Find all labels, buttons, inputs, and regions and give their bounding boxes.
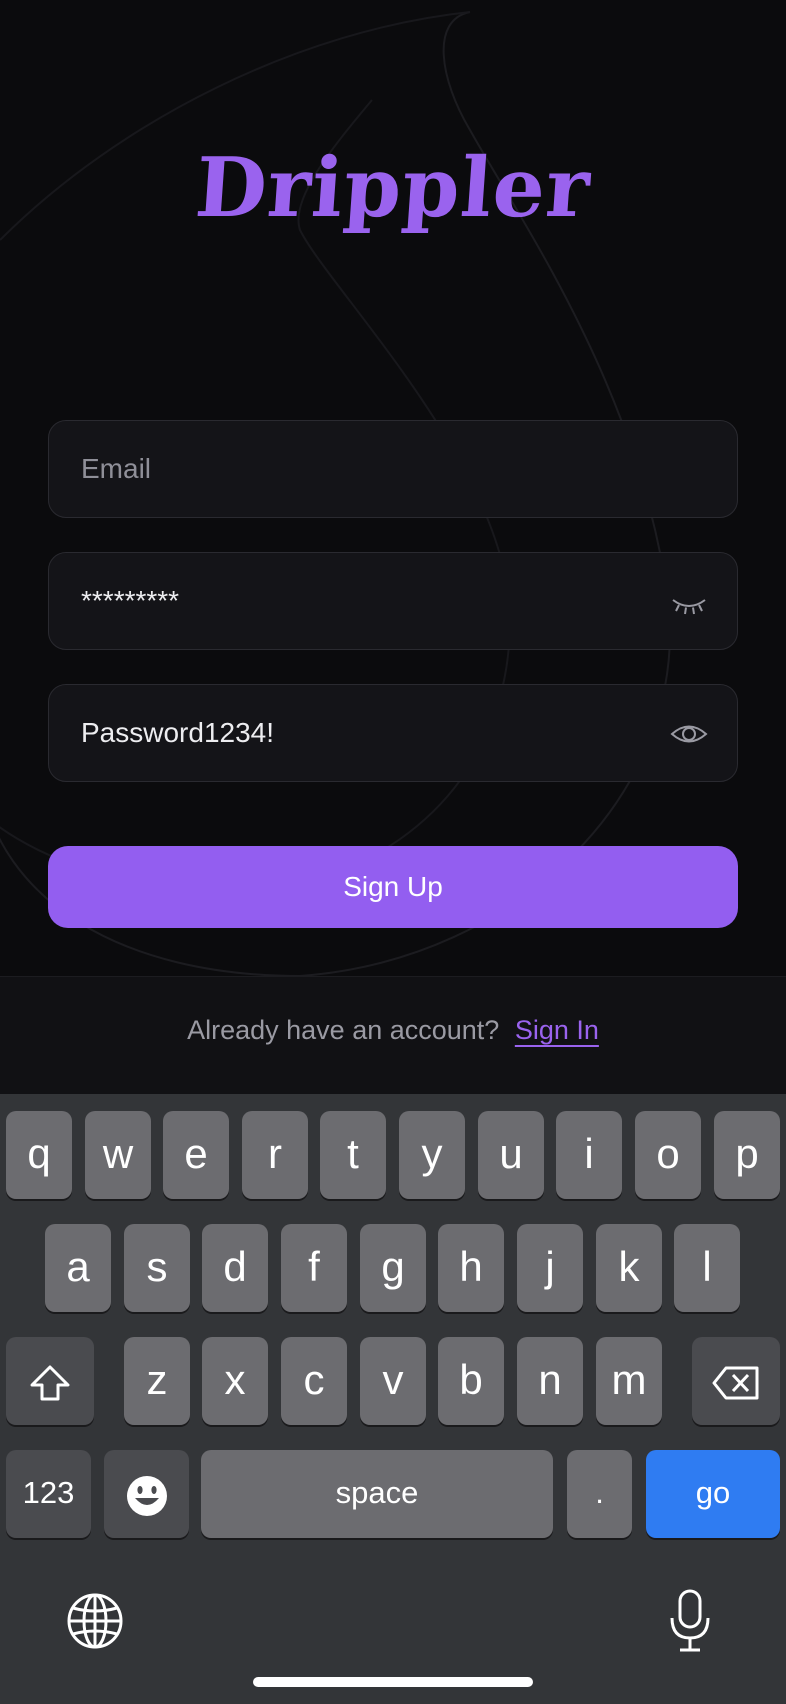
space-key[interactable]: space bbox=[201, 1450, 553, 1538]
key-p[interactable]: p bbox=[714, 1111, 780, 1199]
backspace-icon bbox=[712, 1366, 759, 1400]
key-s[interactable]: s bbox=[124, 1224, 190, 1312]
key-n[interactable]: n bbox=[517, 1337, 583, 1425]
key-q[interactable]: q bbox=[6, 1111, 72, 1199]
key-k[interactable]: k bbox=[596, 1224, 662, 1312]
key-t[interactable]: t bbox=[320, 1111, 386, 1199]
key-g[interactable]: g bbox=[360, 1224, 426, 1312]
emoji-key[interactable] bbox=[104, 1450, 189, 1538]
key-x[interactable]: x bbox=[202, 1337, 268, 1425]
signin-prompt-bar: Already have an account? Sign In bbox=[0, 976, 786, 1095]
key-w[interactable]: w bbox=[85, 1111, 151, 1199]
shift-icon bbox=[30, 1365, 70, 1401]
signin-prompt-text: Already have an account? bbox=[187, 1015, 500, 1045]
key-a[interactable]: a bbox=[45, 1224, 111, 1312]
confirm-password-input[interactable] bbox=[81, 685, 641, 781]
key-r[interactable]: r bbox=[242, 1111, 308, 1199]
key-o[interactable]: o bbox=[635, 1111, 701, 1199]
sign-up-button[interactable]: Sign Up bbox=[48, 846, 738, 928]
key-b[interactable]: b bbox=[438, 1337, 504, 1425]
emoji-icon bbox=[126, 1475, 167, 1516]
key-m[interactable]: m bbox=[596, 1337, 662, 1425]
key-z[interactable]: z bbox=[124, 1337, 190, 1425]
home-indicator[interactable] bbox=[253, 1677, 533, 1687]
key-i[interactable]: i bbox=[556, 1111, 622, 1199]
key-f[interactable]: f bbox=[281, 1224, 347, 1312]
confirm-password-field[interactable] bbox=[48, 684, 738, 782]
password-input[interactable] bbox=[81, 553, 641, 649]
eye-open-icon[interactable] bbox=[669, 714, 709, 754]
sign-in-link[interactable]: Sign In bbox=[515, 1015, 599, 1045]
app-logo: Drippler bbox=[192, 140, 594, 236]
key-e[interactable]: e bbox=[163, 1111, 229, 1199]
key-j[interactable]: j bbox=[517, 1224, 583, 1312]
key-u[interactable]: u bbox=[478, 1111, 544, 1199]
signup-screen: Drippler Sign Up Already have an account… bbox=[0, 0, 786, 1704]
globe-icon[interactable] bbox=[66, 1592, 124, 1650]
onscreen-keyboard: q w e r t y u i o p a s d f g h j k l z … bbox=[0, 1094, 786, 1704]
email-field[interactable] bbox=[48, 420, 738, 518]
go-key[interactable]: go bbox=[646, 1450, 780, 1538]
email-input[interactable] bbox=[81, 421, 641, 517]
key-c[interactable]: c bbox=[281, 1337, 347, 1425]
period-key[interactable]: . bbox=[567, 1450, 632, 1538]
password-field[interactable] bbox=[48, 552, 738, 650]
numbers-key[interactable]: 123 bbox=[6, 1450, 91, 1538]
backspace-key[interactable] bbox=[692, 1337, 780, 1425]
shift-key[interactable] bbox=[6, 1337, 94, 1425]
microphone-icon[interactable] bbox=[666, 1588, 714, 1654]
key-d[interactable]: d bbox=[202, 1224, 268, 1312]
key-y[interactable]: y bbox=[399, 1111, 465, 1199]
eye-closed-icon[interactable] bbox=[669, 582, 709, 622]
key-v[interactable]: v bbox=[360, 1337, 426, 1425]
key-l[interactable]: l bbox=[674, 1224, 740, 1312]
key-h[interactable]: h bbox=[438, 1224, 504, 1312]
